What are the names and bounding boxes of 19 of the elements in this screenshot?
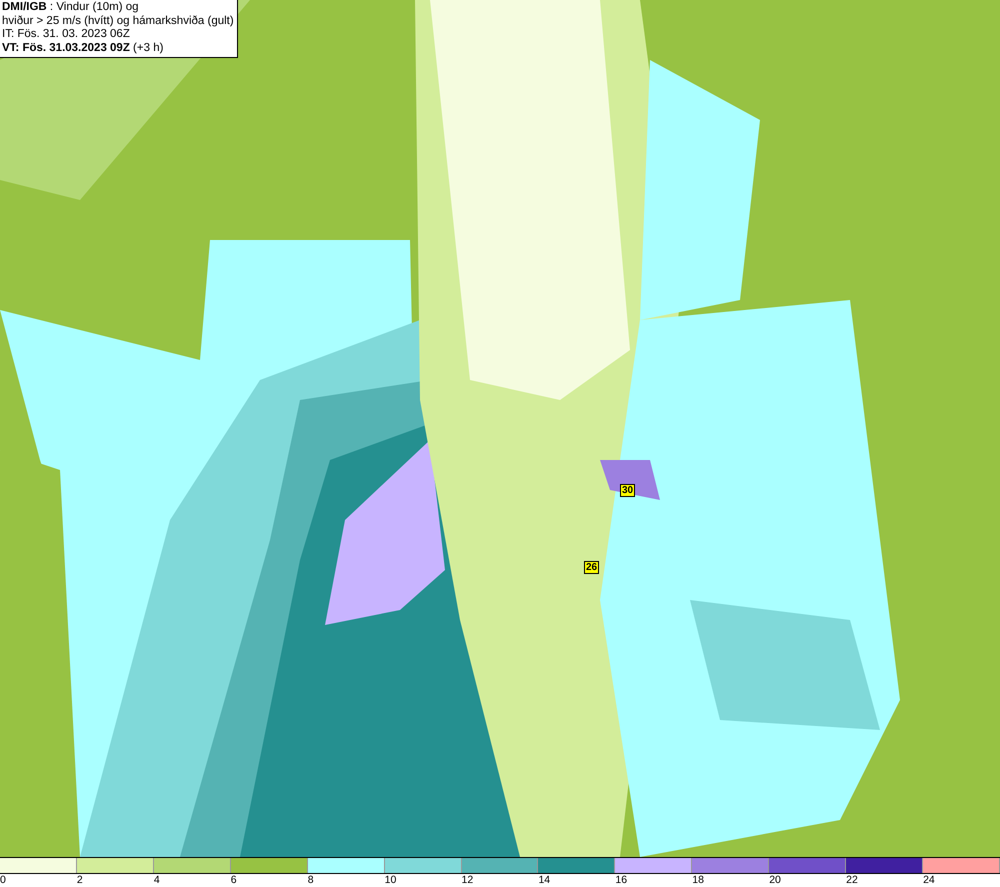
scale-tick-label: 24 [923, 874, 935, 886]
scale-tick-label: 6 [230, 874, 237, 886]
scale-tick-label: 10 [384, 874, 396, 886]
scale-tick-label: 16 [615, 874, 628, 886]
scale-tick-label: 12 [462, 874, 474, 886]
scale-tick-label: 22 [846, 874, 858, 886]
map-title-line: IT: Fös. 31. 03. 2023 06Z [2, 28, 131, 42]
gust-label: 30 [620, 484, 636, 497]
scale-tick-label: 8 [308, 874, 314, 886]
scale-tick-label: 14 [538, 874, 550, 886]
scale-tick-label: 18 [692, 874, 704, 886]
map-title-line: DMI/IGB : Vindur (10m) og [2, 1, 140, 14]
gust-label: 26 [584, 561, 600, 574]
scale-tick-label: 20 [769, 874, 781, 886]
map-title-line: hviður > 25 m/s (hvítt) og hámarkshviða (gult) [2, 14, 234, 28]
scale-tick-label: 0 [0, 874, 6, 886]
scale-tick-label: 2 [76, 874, 83, 886]
scale-tick-label: 4 [154, 874, 160, 886]
map-title-line: VT: Fös. 31.03.2023 09Z (+3 h) [2, 42, 164, 55]
